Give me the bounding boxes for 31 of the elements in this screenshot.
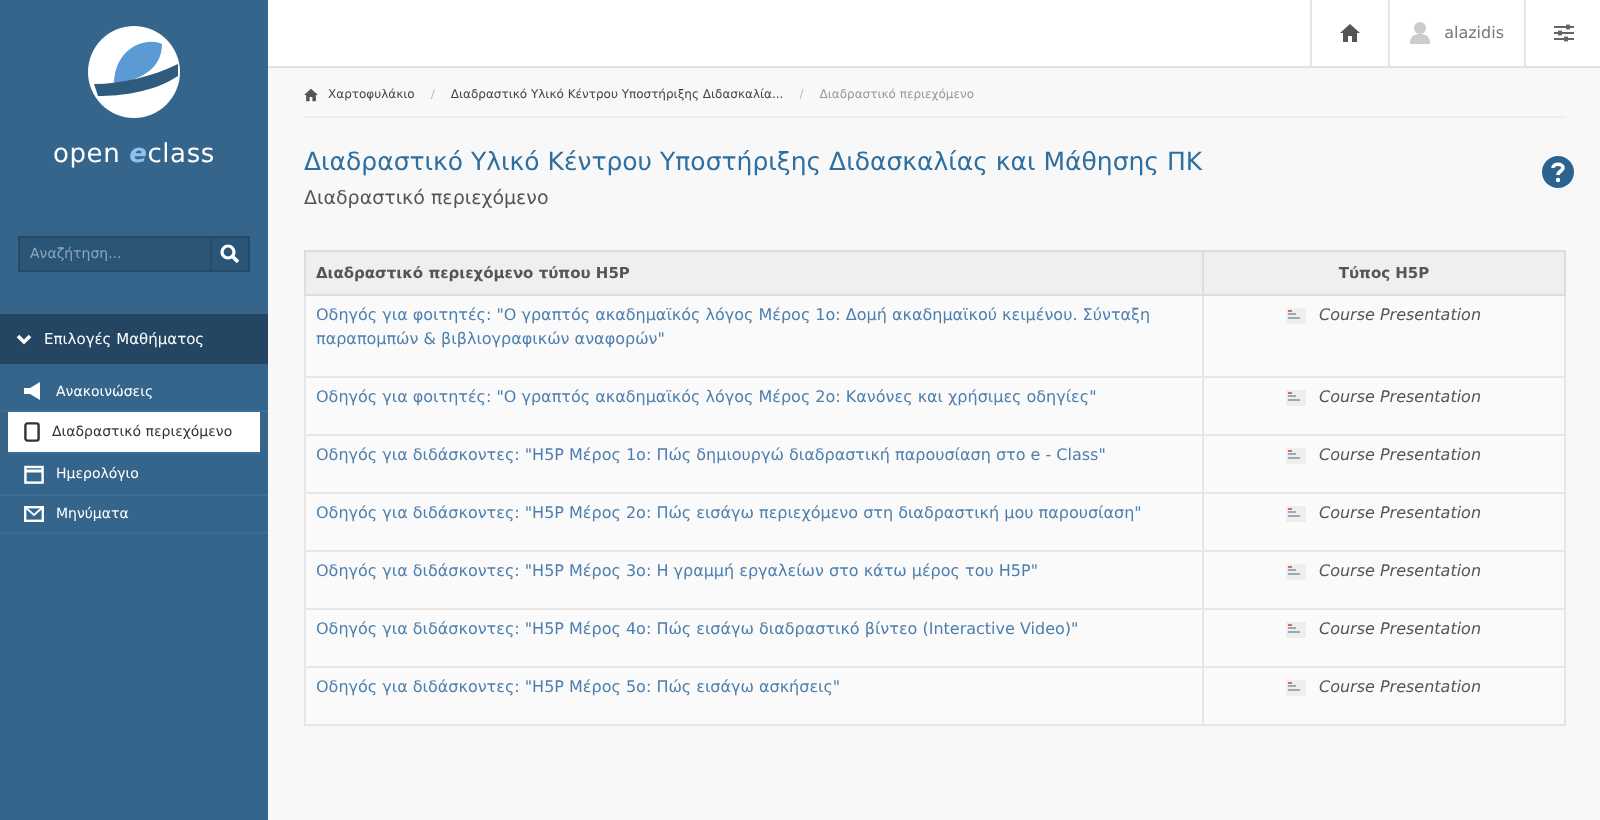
user-icon xyxy=(1410,22,1431,44)
presentation-icon xyxy=(1286,679,1307,695)
tablet-icon xyxy=(24,422,40,442)
page-title: Διαδραστικό Υλικό Κέντρου Υποστήριξης Διδασκαλίας και Μάθησης ΠΚ xyxy=(304,146,1203,176)
type-label: Course Presentation xyxy=(1318,504,1482,522)
sliders-icon xyxy=(1554,24,1574,42)
logo-text: open eclass xyxy=(53,140,215,170)
type-label: Course Presentation xyxy=(1318,620,1482,638)
presentation-icon xyxy=(1286,621,1307,637)
home-icon xyxy=(304,88,318,102)
presentation-icon xyxy=(1286,447,1307,463)
calendar-icon xyxy=(24,464,44,484)
logo-icon xyxy=(86,24,182,120)
user-menu[interactable]: alazidis xyxy=(1388,0,1524,66)
megaphone-icon xyxy=(24,382,44,400)
search-icon xyxy=(220,244,240,264)
type-label: Course Presentation xyxy=(1318,678,1482,696)
presentation-icon xyxy=(1286,505,1307,521)
type-label: Course Presentation xyxy=(1318,388,1482,406)
help-icon[interactable] xyxy=(1542,156,1574,188)
home-icon xyxy=(1340,24,1361,42)
type-label: Course Presentation xyxy=(1318,306,1482,324)
presentation-icon xyxy=(1286,307,1307,323)
chevron-icon xyxy=(16,331,32,347)
envelope-icon xyxy=(24,506,44,522)
type-label: Course Presentation xyxy=(1318,446,1482,464)
type-label: Course Presentation xyxy=(1318,562,1482,580)
presentation-icon xyxy=(1286,389,1307,405)
presentation-icon xyxy=(1286,563,1307,579)
page-subtitle: Διαδραστικό περιεχόμενο xyxy=(304,188,551,210)
search-button[interactable] xyxy=(212,236,250,272)
